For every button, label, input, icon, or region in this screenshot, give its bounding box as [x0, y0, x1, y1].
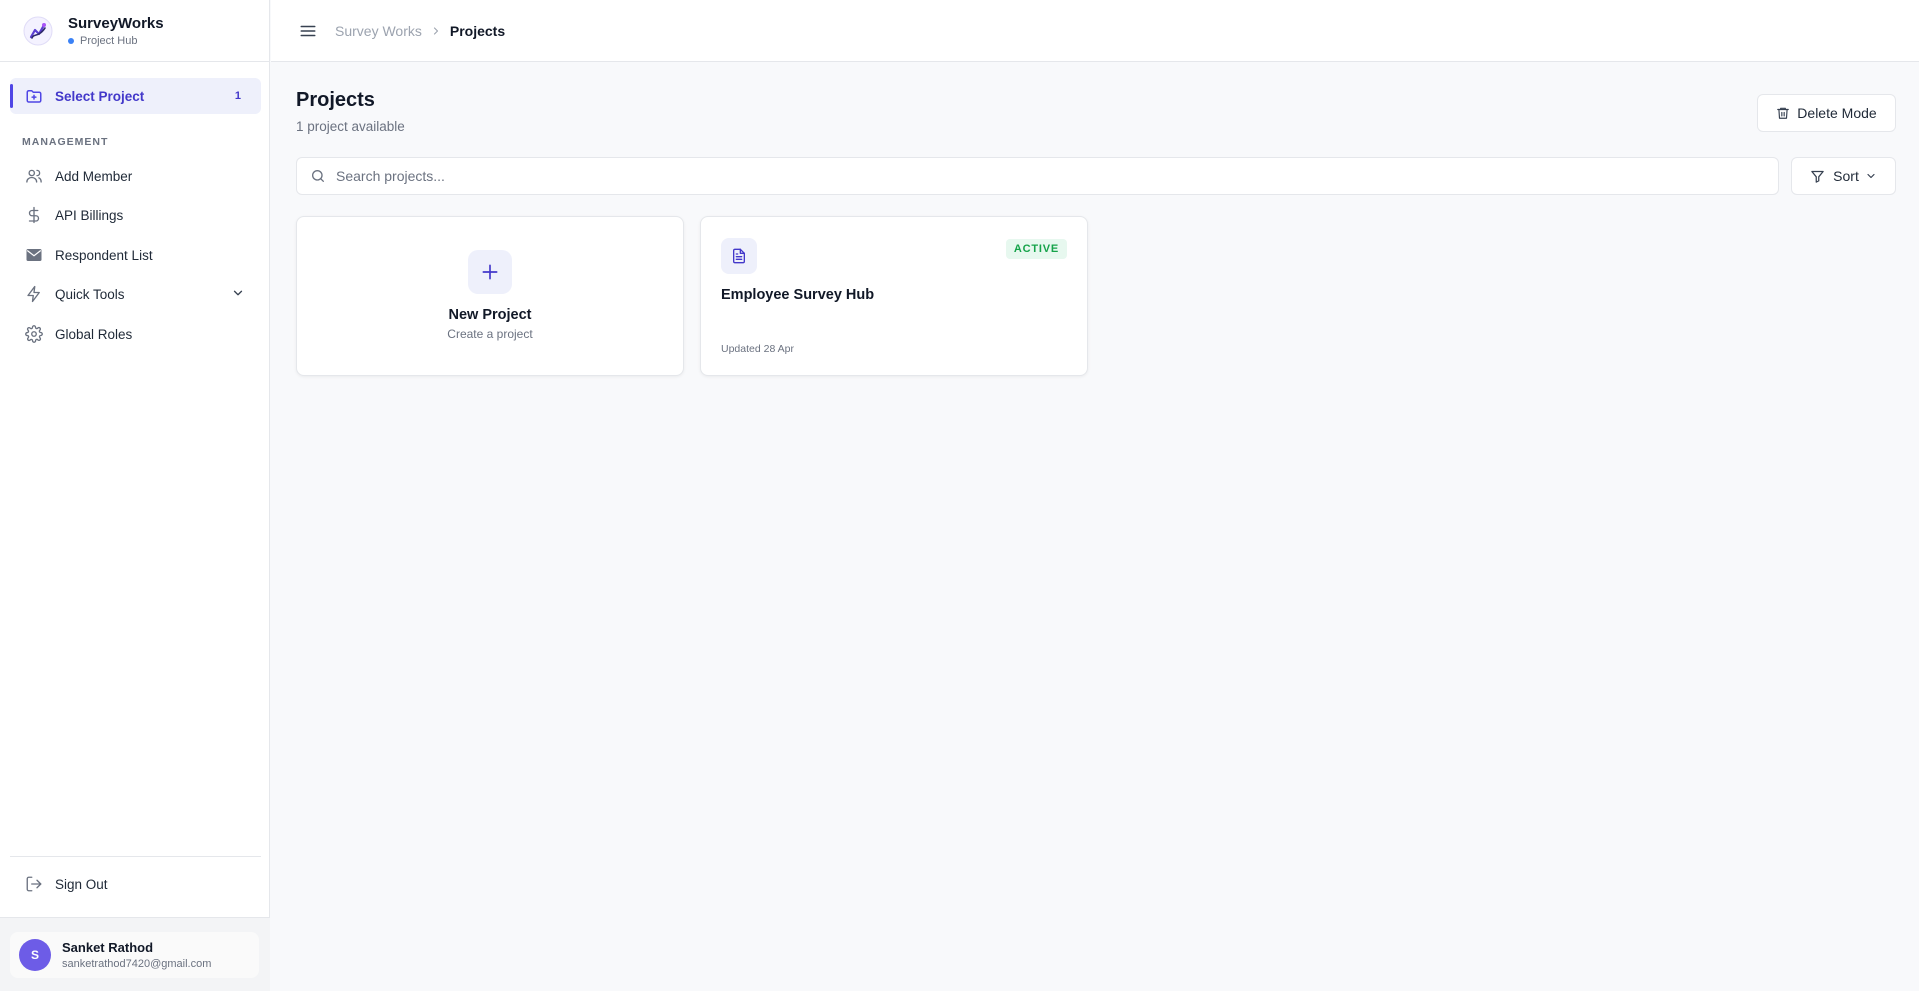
breadcrumb: Survey Works Projects [335, 23, 505, 39]
sort-button[interactable]: Sort [1791, 157, 1896, 195]
sign-out-button[interactable]: Sign Out [10, 866, 261, 902]
document-icon [721, 238, 757, 274]
sort-label: Sort [1833, 168, 1859, 184]
project-name: Employee Survey Hub [721, 287, 875, 303]
status-badge: ACTIVE [1005, 239, 1067, 259]
user-profile-card[interactable]: S Sanket Rathod sanketrathod7420@gmail.c… [10, 932, 259, 978]
brand-header: SurveyWorks Project Hub [0, 0, 269, 62]
sidebar-item-global-roles[interactable]: Global Roles [10, 316, 261, 352]
app-subtitle: Project Hub [68, 35, 164, 47]
sign-out-label: Sign Out [55, 876, 108, 892]
app-logo-icon [22, 15, 54, 47]
page-subtitle: 1 project available [296, 119, 405, 134]
section-label-management: MANAGEMENT [22, 136, 109, 148]
dollar-icon [24, 205, 44, 225]
zap-icon [24, 284, 44, 304]
app-name: SurveyWorks [68, 14, 164, 32]
sidebar-item-respondent-list[interactable]: Respondent List [10, 237, 261, 273]
project-count-badge: 1 [234, 90, 241, 102]
sidebar-item-label: Quick Tools [55, 286, 125, 302]
sidebar-item-quick-tools[interactable]: Quick Tools [10, 276, 261, 312]
chevron-down-icon [1867, 173, 1875, 179]
new-project-subtitle: Create a project [447, 327, 533, 341]
app-subtitle-text: Project Hub [80, 34, 138, 47]
breadcrumb-root-link[interactable]: Survey Works [335, 23, 422, 39]
plus-icon [468, 250, 512, 294]
log-out-icon [24, 874, 44, 894]
trash-icon [1777, 107, 1790, 119]
sidebar-item-api-billings[interactable]: API Billings [10, 197, 261, 233]
project-updated-date: Updated 28 Apr [721, 343, 794, 355]
chevron-right-icon [430, 25, 442, 37]
status-dot-icon [68, 37, 74, 44]
chevron-down-icon[interactable] [231, 286, 245, 303]
sidebar-item-label: Respondent List [55, 247, 153, 263]
delete-mode-label: Delete Mode [1797, 105, 1877, 121]
user-name: Sanket Rathod [62, 940, 154, 955]
search-icon [312, 170, 324, 182]
users-icon [24, 166, 44, 186]
top-bar: Survey Works Projects [271, 0, 1919, 62]
user-panel: S Sanket Rathod sanketrathod7420@gmail.c… [0, 917, 270, 991]
user-email: sanketrathod7420@gmail.com [62, 958, 212, 970]
breadcrumb-current: Projects [449, 22, 506, 39]
active-indicator [10, 84, 13, 108]
sidebar-item-add-member[interactable]: Add Member [10, 158, 261, 194]
sidebar-item-label: Global Roles [55, 326, 133, 342]
mail-icon [24, 245, 44, 265]
filter-icon [1811, 170, 1824, 183]
search-input[interactable] [336, 168, 1736, 184]
sidebar-item-label: Add Member [55, 168, 133, 184]
sidebar-item-select-project[interactable]: Select Project 1 [10, 78, 261, 114]
project-card[interactable]: ACTIVE Employee Survey Hub Updated 28 Ap… [700, 216, 1088, 376]
sidebar: SurveyWorks Project Hub Select Project 1… [0, 0, 270, 991]
delete-mode-button[interactable]: Delete Mode [1757, 94, 1896, 132]
gear-icon [24, 324, 44, 344]
new-project-title: New Project [448, 307, 532, 323]
new-project-card[interactable]: New Project Create a project [296, 216, 684, 376]
search-bar [296, 157, 1779, 195]
folder-plus-icon [24, 86, 44, 106]
avatar: S [19, 939, 51, 971]
sidebar-item-label: API Billings [55, 207, 124, 223]
page-title: Projects [296, 89, 375, 111]
menu-toggle-icon[interactable] [297, 20, 319, 42]
sidebar-divider [10, 856, 261, 857]
sidebar-item-label: Select Project [55, 88, 145, 104]
